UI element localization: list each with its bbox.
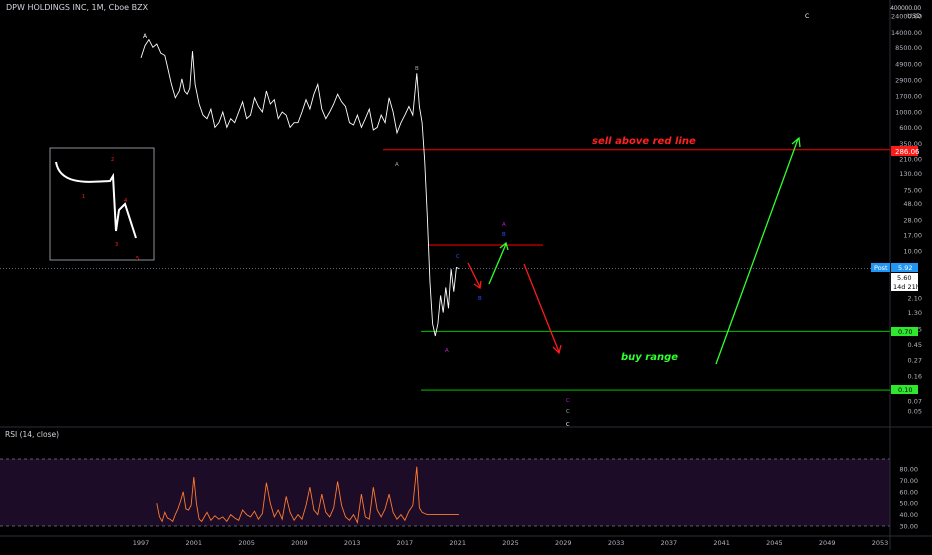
last-price-tag: 5.60 14d 21h bbox=[891, 273, 920, 291]
wave-label-C-proj2: C bbox=[566, 409, 570, 415]
price-tick-label: 10.00 bbox=[903, 248, 922, 256]
time-tick-label: 2001 bbox=[186, 539, 203, 547]
price-tick-label: 48.00 bbox=[903, 200, 922, 208]
time-tick-label: 2005 bbox=[238, 539, 255, 547]
svg-text:Post: Post bbox=[874, 264, 888, 272]
price-tick-label: 0.16 bbox=[908, 372, 922, 380]
price-tick-label: 0.07 bbox=[908, 397, 922, 405]
time-tick-label: 2049 bbox=[819, 539, 836, 547]
chart-canvas[interactable]: 24000.0014000.008500.004900.002900.00170… bbox=[0, 0, 932, 550]
inset-label-3: 3 bbox=[115, 242, 118, 248]
wave-label-A-high: A bbox=[502, 222, 506, 228]
price-tick-label: 4900.00 bbox=[895, 61, 922, 69]
buy-bottom-price-tag: 0.10 bbox=[891, 385, 918, 394]
svg-text:0.70: 0.70 bbox=[898, 328, 912, 336]
time-tick-label: 2021 bbox=[449, 539, 466, 547]
svg-text:0.10: 0.10 bbox=[898, 386, 912, 394]
time-tick-label: 2053 bbox=[872, 539, 889, 547]
currency-top-value: 400000.00 bbox=[890, 5, 921, 12]
wave-label-C-low: C bbox=[456, 254, 460, 260]
currency-label: 400000.00 USD bbox=[890, 5, 921, 21]
sell-annotation[interactable]: sell above red line bbox=[592, 136, 696, 147]
buy-top-price-tag: 0.70 bbox=[891, 327, 918, 336]
price-tick-label: 130.00 bbox=[899, 170, 922, 178]
wave-label-C-top: C bbox=[805, 13, 809, 20]
wave-label-C-proj: C bbox=[566, 398, 570, 404]
wave-label-A-low: A bbox=[445, 348, 449, 354]
inset-label-5: 5 bbox=[136, 256, 139, 262]
price-tick-label: 14000.00 bbox=[891, 29, 922, 37]
chart-title[interactable]: DPW HOLDINGS INC, 1M, Cboe BZX bbox=[6, 3, 148, 12]
time-tick-label: 2029 bbox=[555, 539, 572, 547]
buy-annotation[interactable]: buy range bbox=[621, 352, 678, 363]
chart-stage[interactable]: 24000.00 14000.00 8500.00 4900.00 2900.00 170… bbox=[0, 0, 932, 550]
price-tick-label: 1.30 bbox=[908, 309, 922, 317]
time-tick-label: 1997 bbox=[133, 539, 150, 547]
wave-label-A-mid: A bbox=[395, 162, 399, 168]
price-tick-label: 17.00 bbox=[903, 232, 922, 240]
price-tick-label: 2.10 bbox=[908, 295, 922, 303]
rsi-tick-label: 60.00 bbox=[899, 488, 918, 496]
rsi-band bbox=[0, 459, 890, 526]
price-tick-label: 0.45 bbox=[908, 341, 922, 349]
rsi-tick-label: 70.00 bbox=[899, 477, 918, 485]
price-tick-label: 0.27 bbox=[908, 357, 922, 365]
price-tick-label: 210.00 bbox=[899, 156, 922, 164]
price-tick-label: 75.00 bbox=[903, 187, 922, 195]
rsi-title[interactable]: RSI (14, close) bbox=[5, 430, 59, 439]
post-price-tag: Post 5.92 bbox=[871, 263, 918, 272]
inset-label-1: 1 bbox=[82, 194, 85, 200]
time-tick-label: 2013 bbox=[344, 539, 361, 547]
svg-text:5.92: 5.92 bbox=[898, 264, 912, 272]
time-tick-label: 2037 bbox=[661, 539, 678, 547]
wave-label-B-high: B bbox=[502, 232, 506, 238]
time-tick-label: 2025 bbox=[502, 539, 519, 547]
svg-text:14d 21h: 14d 21h bbox=[893, 283, 920, 291]
price-tick-label: 28.00 bbox=[903, 216, 922, 224]
price-tick-label: 0.05 bbox=[908, 408, 922, 416]
price-tick-label: 2900.00 bbox=[895, 76, 922, 84]
time-tick-label: 2017 bbox=[397, 539, 414, 547]
time-tick-label: 2033 bbox=[608, 539, 625, 547]
svg-text:286.06: 286.06 bbox=[895, 148, 920, 156]
sell-price-tag: 286.06 bbox=[891, 146, 920, 156]
wave-label-C-proj3: C bbox=[566, 422, 570, 428]
svg-text:5.60: 5.60 bbox=[897, 274, 911, 282]
price-tick-label: 600.00 bbox=[899, 124, 922, 132]
wave-label-B-low: B bbox=[478, 296, 482, 302]
rsi-tick-label: 80.00 bbox=[899, 466, 918, 474]
time-tick-label: 2045 bbox=[766, 539, 783, 547]
price-tick-label: 8500.00 bbox=[895, 44, 922, 52]
price-tick-label: 1000.00 bbox=[895, 109, 922, 117]
currency-code: USD bbox=[907, 13, 921, 20]
price-tick-label: 1700.00 bbox=[895, 92, 922, 100]
rsi-tick-label: 40.00 bbox=[899, 511, 918, 519]
time-tick-label: 2041 bbox=[713, 539, 730, 547]
inset-frame bbox=[49, 147, 155, 261]
inset-label-4: 4 bbox=[124, 198, 127, 204]
time-axis-ticks: 1997 2001 2005 2009 2013 2017 2021 2025 2029 2033… bbox=[133, 539, 889, 547]
inset-label-2: 2 bbox=[111, 157, 114, 163]
wave-label-B: B bbox=[415, 66, 419, 72]
elliott-inset[interactable]: 1 2 3 4 5 bbox=[49, 147, 155, 262]
rsi-tick-label: 50.00 bbox=[899, 500, 918, 508]
time-tick-label: 2009 bbox=[291, 539, 308, 547]
rsi-tick-label: 30.00 bbox=[899, 523, 918, 531]
